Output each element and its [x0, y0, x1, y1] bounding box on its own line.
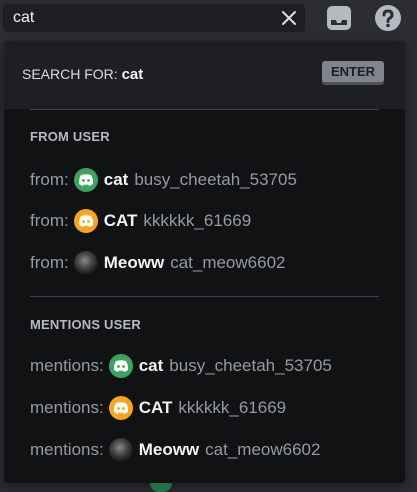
help-icon[interactable]: [374, 4, 402, 32]
option-name: Meoww: [138, 440, 200, 459]
option-username: busy_cheetah_53705: [169, 356, 332, 375]
search-for-label: SEARCH FOR: cat: [22, 66, 144, 83]
divider: [30, 296, 379, 297]
option-username: kkkkkk_61669: [143, 211, 252, 230]
option-username: cat_meow6602: [170, 253, 286, 272]
option-prefix: from:: [30, 253, 69, 272]
from-user-option[interactable]: from: CAT kkkkkk_61669: [30, 207, 251, 235]
option-name: CAT: [138, 398, 173, 417]
mentions-user-option[interactable]: mentions: cat busy_cheetah_53705: [30, 352, 332, 380]
divider: [30, 109, 379, 110]
discord-avatar-icon: [73, 209, 98, 233]
enter-key-badge: ENTER: [322, 61, 384, 82]
search-term: cat: [121, 66, 144, 83]
discord-avatar-icon: [108, 396, 133, 420]
search-for-row[interactable]: SEARCH FOR: cat ENTER: [4, 41, 405, 109]
background-avatar-fragment: [150, 483, 172, 492]
mentions-user-heading: MENTIONS USER: [30, 317, 141, 332]
from-user-option[interactable]: from: cat busy_cheetah_53705: [30, 166, 297, 194]
option-username: cat_meow6602: [205, 440, 321, 459]
option-name: Meoww: [103, 253, 165, 272]
photo-avatar: [73, 251, 98, 275]
search-popout: SEARCH FOR: cat ENTER FROM USER from: ca…: [4, 41, 405, 483]
option-prefix: mentions:: [30, 440, 104, 459]
close-icon[interactable]: [281, 10, 297, 26]
top-bar: [0, 0, 417, 38]
option-name: CAT: [103, 211, 138, 230]
inbox-icon[interactable]: [326, 5, 352, 31]
search-input[interactable]: [9, 7, 277, 29]
option-username: busy_cheetah_53705: [134, 170, 297, 189]
discord-avatar-icon: [108, 354, 133, 378]
option-username: kkkkkk_61669: [178, 398, 287, 417]
mentions-user-option[interactable]: mentions: CAT kkkkkk_61669: [30, 394, 286, 422]
option-prefix: mentions:: [30, 398, 104, 417]
discord-avatar-icon: [73, 168, 98, 192]
option-prefix: mentions:: [30, 356, 104, 375]
option-prefix: from:: [30, 170, 69, 189]
option-name: cat: [138, 356, 164, 375]
from-user-option[interactable]: from: Meoww cat_meow6602: [30, 249, 286, 277]
mentions-user-option[interactable]: mentions: Meoww cat_meow6602: [30, 436, 320, 464]
photo-avatar: [108, 438, 133, 462]
option-prefix: from:: [30, 211, 69, 230]
search-box[interactable]: [3, 4, 305, 32]
from-user-heading: FROM USER: [30, 129, 110, 144]
option-name: cat: [103, 170, 129, 189]
